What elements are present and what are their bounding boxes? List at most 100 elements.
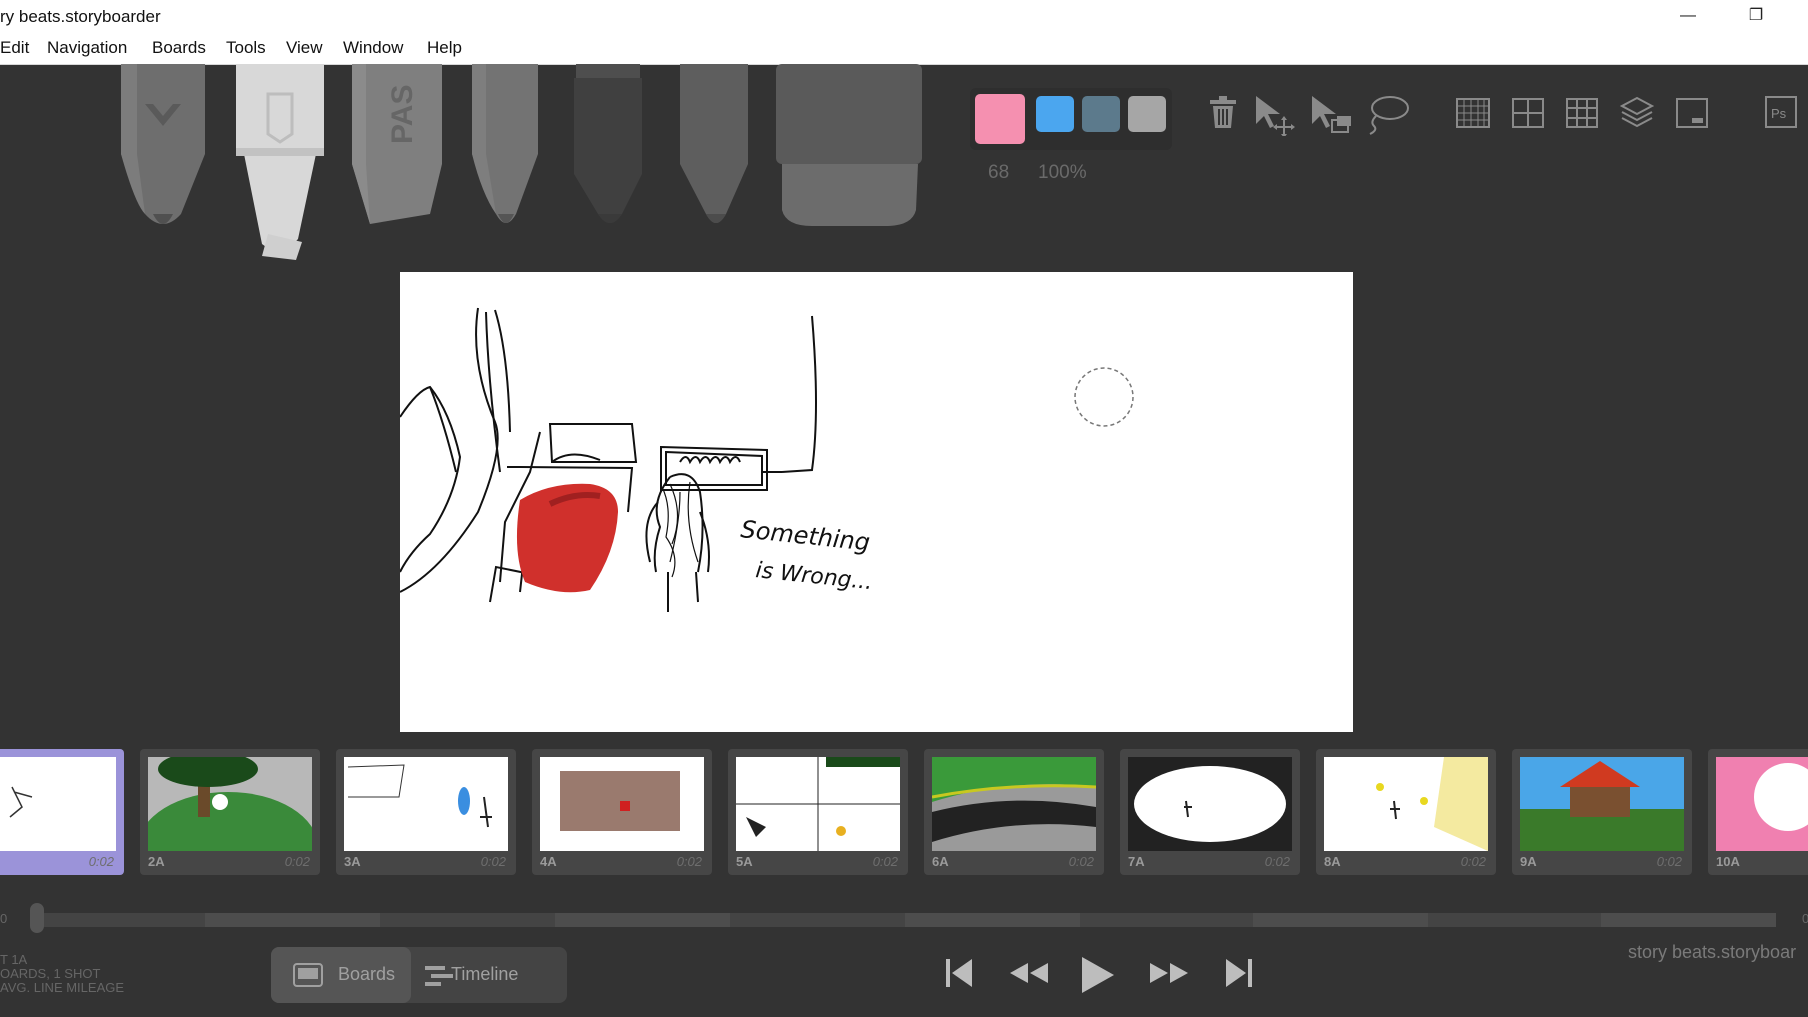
board-label: 4A: [540, 854, 557, 869]
window-title: ry beats.storyboarder: [0, 7, 161, 26]
board-thumbnail-image: [0, 757, 116, 851]
move-icon[interactable]: [1254, 94, 1298, 136]
board-thumbnail-image: [1128, 757, 1292, 851]
menu-bar: Edit Navigation Boards Tools View Window…: [0, 34, 1808, 65]
scrubber-end-label: 0: [1802, 911, 1808, 926]
color-swatch-pink[interactable]: [975, 94, 1025, 144]
board-label: 5A: [736, 854, 753, 869]
brush-icon[interactable]: [232, 64, 332, 264]
boards-view-button[interactable]: Boards: [271, 947, 411, 1003]
board-duration: 0:02: [1656, 854, 1682, 869]
status-board-count: OARDS, 1 SHOT: [0, 966, 101, 981]
board-label: 7A: [1128, 854, 1145, 869]
light-pencil-icon[interactable]: [115, 64, 215, 234]
color-swatch-gray[interactable]: [1128, 96, 1166, 132]
board-thumbnail[interactable]: 2A 0:02: [140, 749, 320, 875]
title-bar: ry beats.storyboarder — ❐: [0, 0, 1808, 34]
timeline-view-button[interactable]: Timeline: [411, 947, 567, 1003]
color-swatch-slate[interactable]: [1082, 96, 1120, 132]
board-label: 2A: [148, 854, 165, 869]
scrubber-segment: [555, 913, 730, 927]
board-thumbnail-image: [148, 757, 312, 851]
menu-navigation[interactable]: Navigation: [47, 38, 127, 58]
lasso-icon[interactable]: [1364, 94, 1410, 136]
board-thumbnail-image: [736, 757, 900, 851]
photoshop-icon[interactable]: Ps: [1765, 96, 1797, 128]
view-toggle: Boards Timeline: [271, 947, 567, 1003]
scrubber-start-label: 0: [0, 911, 8, 926]
board-thumbnail[interactable]: 4A 0:02: [532, 749, 712, 875]
timeline-view-label: Timeline: [451, 964, 519, 984]
board-label: 9A: [1520, 854, 1537, 869]
board-thumbnail-image: [1324, 757, 1488, 851]
boards-view-icon: [293, 963, 323, 987]
onion-skin-icon[interactable]: [1620, 96, 1654, 130]
svg-text:PAS: PAS: [386, 85, 419, 144]
trash-icon[interactable]: [1206, 94, 1240, 130]
thirds-guide-icon[interactable]: [1566, 98, 1598, 128]
board-thumbnail[interactable]: 8A 0:02: [1316, 749, 1496, 875]
board-thumbnail[interactable]: 5A 0:02: [728, 749, 908, 875]
svg-text:Ps: Ps: [1771, 106, 1787, 121]
project-name: story beats.storyboar: [1628, 942, 1797, 962]
scrubber-segment: [1601, 913, 1776, 927]
menu-window[interactable]: Window: [343, 38, 403, 58]
fast-forward-icon[interactable]: [1148, 955, 1190, 991]
board-duration: 0:02: [676, 854, 702, 869]
menu-boards[interactable]: Boards: [152, 38, 206, 58]
pencil-icon[interactable]: [468, 64, 548, 234]
board-thumbnail-image: [540, 757, 704, 851]
board-thumbnail[interactable]: 7A 0:02: [1120, 749, 1300, 875]
status-line-mileage: AVG. LINE MILEAGE: [0, 980, 125, 995]
minimize-button[interactable]: —: [1656, 0, 1720, 34]
board-duration: 0:02: [1460, 854, 1486, 869]
caption-icon[interactable]: [1676, 98, 1708, 128]
board-duration: 0:02: [1264, 854, 1290, 869]
board-duration: 0:02: [88, 854, 114, 869]
board-duration: 0:02: [284, 854, 310, 869]
airbrush-icon[interactable]: [676, 64, 756, 234]
grid-icon[interactable]: [1456, 98, 1490, 128]
board-thumbnail[interactable]: 10A: [1708, 749, 1808, 875]
board-thumbnail-image: [1716, 757, 1808, 851]
board-thumbnail[interactable]: 0:02: [0, 749, 124, 875]
drawing-caption-line2: is Wrong...: [754, 558, 873, 595]
color-swatch-blue[interactable]: [1036, 96, 1074, 132]
drawing-canvas[interactable]: Something is Wrong...: [399, 272, 1353, 732]
boards-view-label: Boards: [338, 964, 396, 984]
menu-help[interactable]: Help: [427, 38, 462, 58]
board-label: 6A: [932, 854, 949, 869]
board-label: 8A: [1324, 854, 1341, 869]
menu-view[interactable]: View: [286, 38, 323, 58]
pen-icon[interactable]: [570, 64, 650, 234]
board-thumbnail[interactable]: 3A 0:02: [336, 749, 516, 875]
scrubber-segment: [205, 913, 380, 927]
board-thumbnail-image: [932, 757, 1096, 851]
play-icon[interactable]: [1078, 955, 1116, 995]
center-guide-icon[interactable]: [1512, 98, 1544, 128]
board-duration: 0:02: [1068, 854, 1094, 869]
board-thumbnail[interactable]: 6A 0:02: [924, 749, 1104, 875]
board-duration: 0:02: [872, 854, 898, 869]
restore-button[interactable]: ❐: [1724, 0, 1788, 34]
skip-forward-icon[interactable]: [1224, 955, 1254, 991]
opacity-readout: 100%: [1038, 162, 1087, 183]
board-label: 3A: [344, 854, 361, 869]
scrubber-segment: [1253, 913, 1428, 927]
drawing-caption-line1: Something: [739, 515, 871, 556]
menu-edit[interactable]: Edit: [0, 38, 29, 58]
scrubber-handle[interactable]: [30, 903, 44, 933]
scale-icon[interactable]: [1310, 94, 1354, 136]
skip-back-icon[interactable]: [944, 955, 974, 991]
board-thumbnail[interactable]: 9A 0:02: [1512, 749, 1692, 875]
brush-size-readout: 68: [988, 162, 1010, 183]
eraser-icon[interactable]: [776, 64, 926, 230]
board-thumbnail-image: [344, 757, 508, 851]
rewind-icon[interactable]: [1008, 955, 1050, 991]
menu-tools[interactable]: Tools: [226, 38, 266, 58]
board-label: 10A: [1716, 854, 1740, 869]
board-thumbnail-image: [1520, 757, 1684, 851]
tone-icon[interactable]: PAS: [350, 64, 450, 234]
scrubber-segment: [905, 913, 1080, 927]
board-duration: 0:02: [480, 854, 506, 869]
